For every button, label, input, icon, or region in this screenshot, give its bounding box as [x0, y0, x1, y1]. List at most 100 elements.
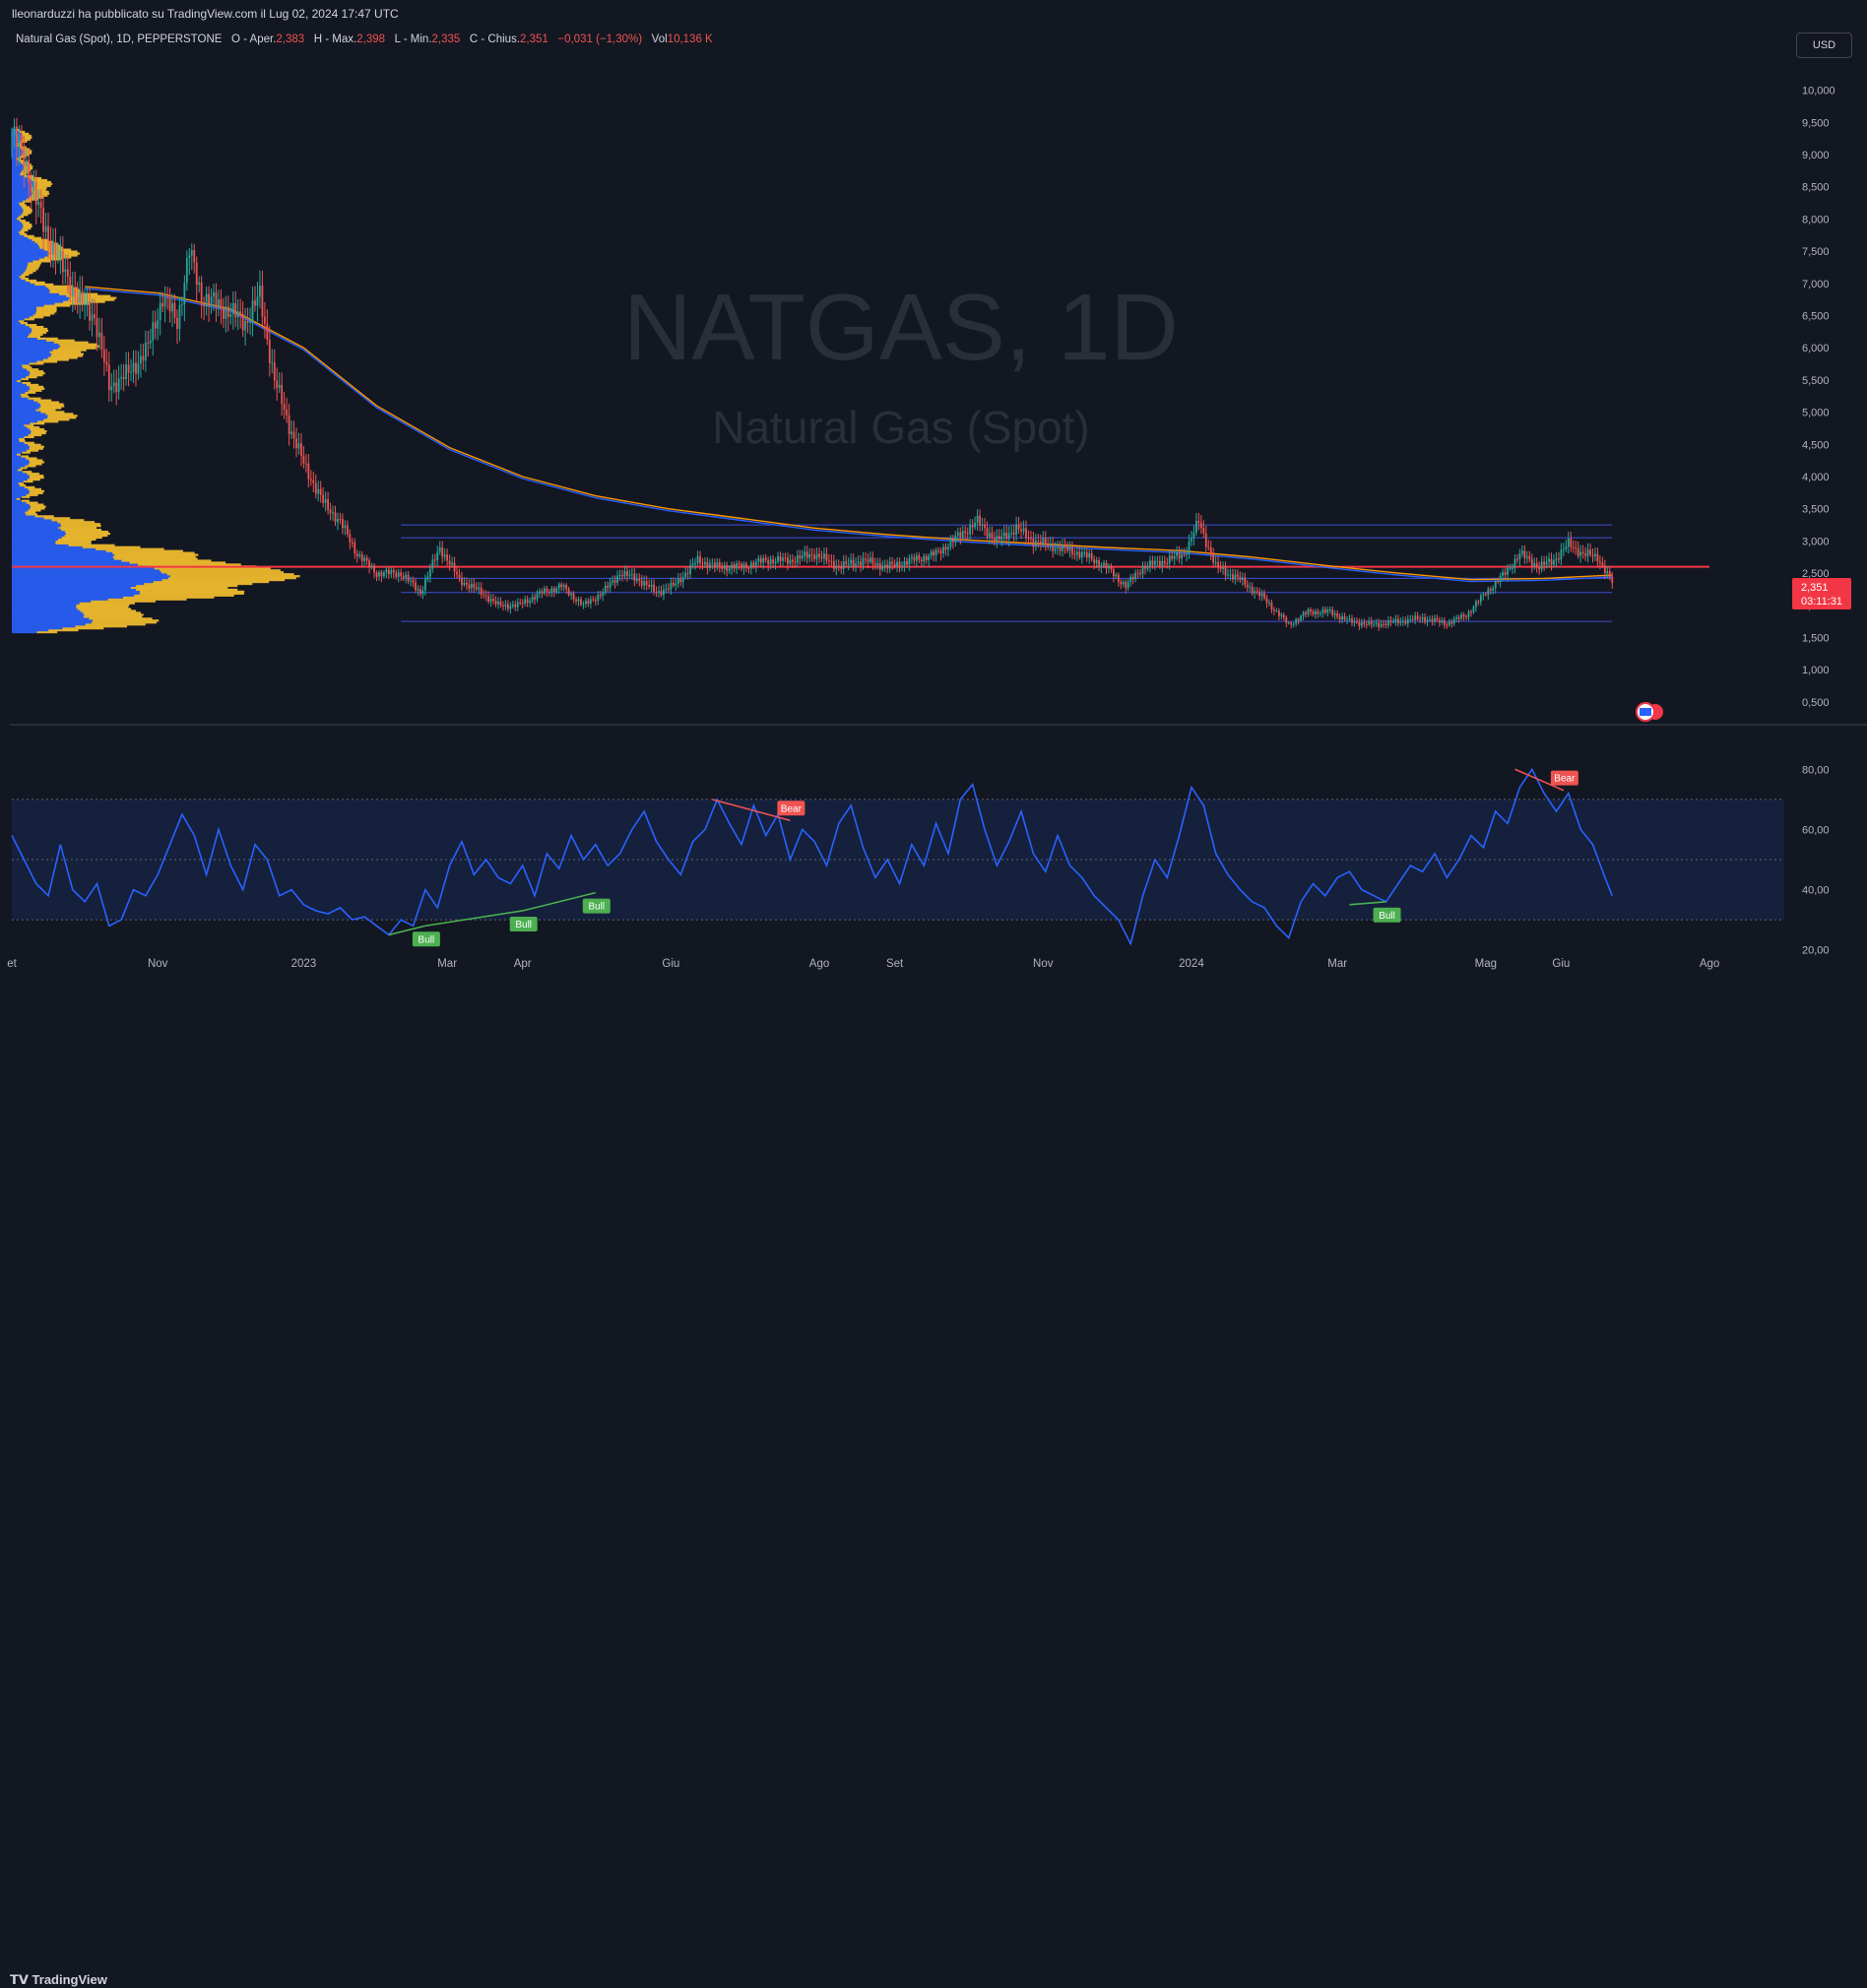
candle-body: [974, 522, 977, 528]
volume-profile-bar: [12, 549, 106, 552]
volume-profile-bar: [82, 545, 141, 548]
volume-profile-bar: [29, 477, 44, 480]
volume-profile-bar: [12, 310, 36, 313]
candle-body: [317, 488, 320, 494]
volume-profile-bar: [12, 226, 23, 230]
volume-profile-bar: [130, 586, 228, 590]
candle-body: [395, 572, 398, 577]
candle-body: [1331, 609, 1334, 615]
volume-profile-bar: [12, 318, 25, 321]
volume-profile-bar: [32, 260, 51, 263]
candle-body: [1062, 545, 1063, 551]
volume-profile-bar: [25, 270, 36, 273]
volume-profile-bar: [12, 422, 31, 425]
tradingview-logo[interactable]: 𝗧𝗩 TradingView: [10, 1972, 107, 1988]
time-axis[interactable]: et Nov 2023 Mar Apr Giu Ago Set Nov 2024 Mar Mag Giu…: [7, 958, 1719, 970]
volume-profile-bar: [12, 503, 30, 506]
candle-body: [1533, 562, 1536, 567]
candle-body: [736, 563, 738, 569]
candle-body: [290, 431, 292, 434]
volume-profile-bar: [22, 381, 32, 385]
candle-body: [54, 241, 57, 258]
candle-body: [410, 580, 412, 582]
volume-profile-bar: [46, 417, 77, 419]
volume-profile-bar: [26, 457, 37, 460]
volume-profile-bar: [139, 592, 244, 595]
candle-body: [1246, 584, 1249, 588]
volume-profile-bar: [51, 353, 84, 355]
candle-body: [1397, 618, 1399, 623]
volume-profile-bar: [29, 362, 44, 365]
candle-body: [1265, 598, 1268, 604]
symbol-legend: Natural Gas (Spot), 1D, PEPPERSTONE O - …: [16, 33, 713, 45]
volume-profile-bar: [58, 538, 97, 542]
candle-body: [49, 240, 52, 255]
volume-profile-bar: [12, 298, 69, 301]
candle-body: [1448, 621, 1450, 625]
price-pane[interactable]: NATGAS, 1D Natural Gas (Spot) 0,500 1,000…: [11, 86, 1851, 722]
candle-body: [266, 323, 269, 341]
price-axis[interactable]: 0,5001,0001,5002,0002,5003,0003,5004,000…: [1802, 86, 1835, 709]
volume-profile-bar: [12, 471, 24, 474]
candle-body: [723, 565, 726, 569]
symbol-name[interactable]: Natural Gas (Spot), 1D, PEPPERSTONE: [16, 33, 222, 45]
candle-body: [920, 559, 923, 562]
volume-profile-bar: [30, 281, 45, 285]
last-price: 2,351: [1801, 582, 1829, 594]
volume-profile-bar: [12, 236, 29, 239]
candle-body: [933, 550, 935, 556]
candle-body: [1406, 618, 1409, 624]
candle-body: [694, 563, 696, 565]
volume-profile-bar: [28, 397, 41, 400]
candle-body: [52, 241, 54, 255]
volume-profile-bar: [169, 575, 300, 578]
volume-profile-bar: [12, 505, 32, 508]
volume-profile-bar: [12, 475, 30, 478]
candle-body: [494, 601, 497, 605]
candle-body: [1429, 618, 1431, 620]
volume-profile-bar: [43, 517, 71, 520]
candle-body: [1401, 620, 1404, 622]
chart-canvas[interactable]: NATGAS, 1D Natural Gas (Spot) 0,500 1,000…: [0, 0, 1867, 983]
candle-body: [696, 555, 699, 564]
candle-body: [42, 208, 45, 232]
flag-icon[interactable]: [1636, 702, 1663, 722]
rsi-pane[interactable]: 20,00 40,00 60,00 80,00 Bull Bull Bull Bear Bul…: [11, 764, 1830, 957]
candle-body: [171, 302, 173, 312]
volume-profile-bar: [12, 327, 32, 331]
candle-body: [351, 542, 354, 544]
candle-body: [1414, 615, 1417, 620]
candle-body: [1161, 560, 1164, 567]
candle-body: [954, 535, 957, 543]
candle-body: [1197, 520, 1200, 523]
candle-body: [1059, 546, 1062, 551]
volume-profile-bar: [12, 277, 22, 281]
volume-profile-bar: [21, 455, 30, 458]
candle-body: [1363, 622, 1366, 624]
volume-profile-bar: [26, 501, 38, 504]
volume-profile-bar: [24, 485, 35, 489]
volume-profile-bar: [12, 457, 27, 460]
candle-body: [1034, 541, 1037, 547]
candle-body: [635, 578, 638, 582]
volume-profile-bar: [30, 507, 45, 510]
volume-profile-bar: [12, 325, 30, 329]
time-tick-label: Apr: [514, 958, 532, 970]
candle-body: [1553, 560, 1555, 565]
volume-profile-bar: [12, 379, 18, 383]
candle-body: [1115, 574, 1118, 577]
candle-body: [268, 340, 271, 363]
currency-button[interactable]: USD: [1796, 32, 1852, 58]
candle-body: [679, 578, 682, 583]
candle-body: [1360, 622, 1363, 626]
candle-body: [390, 569, 393, 575]
candle-body: [774, 561, 777, 564]
volume-profile-bar: [27, 426, 40, 429]
candle-body: [1300, 615, 1302, 621]
volume-profile-bar: [12, 441, 25, 444]
price-tick-label: 4,500: [1802, 439, 1830, 451]
candle-body: [1073, 553, 1076, 555]
volume-profile-bar: [12, 385, 30, 389]
volume-profile-bar: [35, 409, 56, 412]
volume-profile-bar: [36, 337, 58, 340]
